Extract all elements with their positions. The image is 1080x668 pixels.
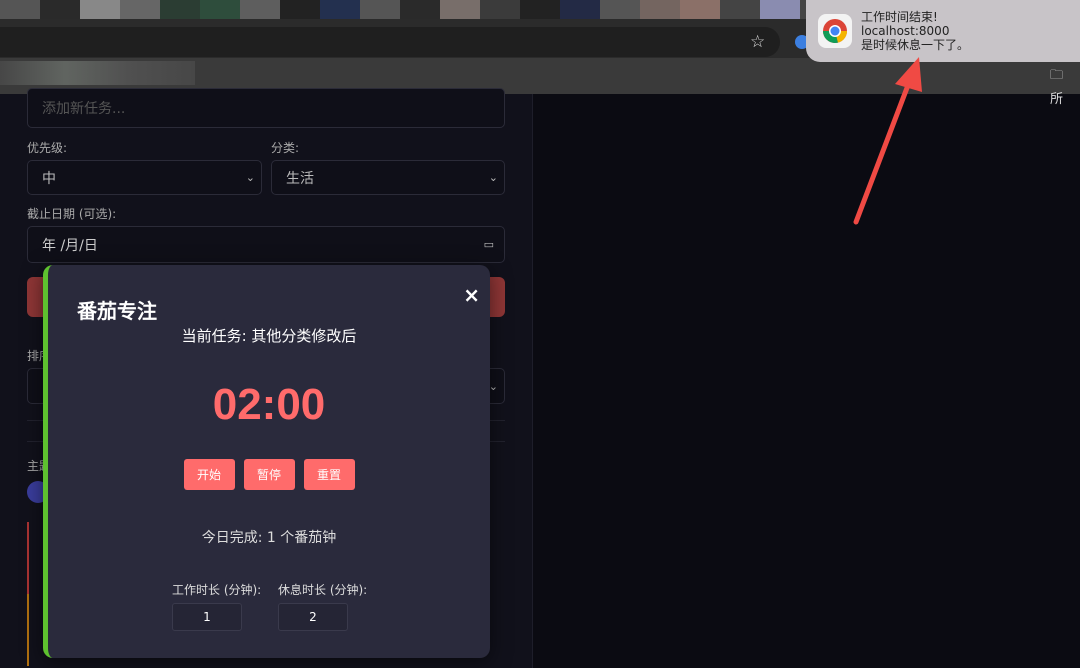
work-duration-input[interactable]: 1 [172,603,242,631]
notification-title: 工作时间结束! [861,10,938,24]
break-duration-input[interactable]: 2 [278,603,348,631]
bookmark-folder[interactable]: 🗀 所 [1050,66,1080,107]
close-icon[interactable]: × [463,283,480,307]
task-priority-bar [27,522,29,594]
due-date-label: 截止日期 (可选): [27,207,117,221]
priority-label: 优先级: [27,141,68,155]
blurred-bookmarks [0,61,195,85]
modal-title: 番茄专注 [77,299,157,323]
notification-body: 是时候休息一下了。 [861,38,970,52]
chevron-down-icon: ⌄ [488,171,498,184]
category-select[interactable]: 生活 ⌄ [271,160,505,195]
star-icon[interactable]: ☆ [750,32,765,52]
timer-display: 02:00 [212,380,326,429]
task-input[interactable]: 添加新任务... [27,88,505,128]
calendar-icon[interactable]: ▭ [484,238,494,251]
category-value: 生活 [286,170,314,187]
address-bar[interactable] [0,27,780,57]
chevron-down-icon: ⌄ [488,379,498,393]
system-notification[interactable]: 工作时间结束! localhost:8000 是时候休息一下了。 [806,0,1080,62]
current-task: 当前任务: 其他分类修改后 [181,327,357,345]
break-duration-label: 休息时长 (分钟): [278,583,368,597]
due-date-value: 年 /月/日 [42,237,98,254]
work-duration-label: 工作时长 (分钟): [172,583,262,597]
task-input-placeholder: 添加新任务... [42,101,126,117]
bookmark-folder-label: 所 [1050,92,1064,107]
today-completed: 今日完成: 1 个番茄钟 [201,530,337,546]
reset-button[interactable]: 重置 [303,459,355,490]
task-priority-bar [27,594,29,666]
chrome-icon [818,14,852,48]
due-date-input[interactable]: 年 /月/日 ▭ [27,226,505,263]
pomodoro-modal: 番茄专注 × 当前任务: 其他分类修改后 02:00 开始 暂停 重置 今日完成… [43,265,490,658]
priority-value: 中 [42,170,56,187]
priority-select[interactable]: 中 ⌄ [27,160,262,195]
pause-button[interactable]: 暂停 [243,459,295,490]
start-button[interactable]: 开始 [183,459,235,490]
notification-source: localhost:8000 [861,24,950,38]
chevron-down-icon: ⌄ [245,171,255,184]
category-label: 分类: [271,141,300,155]
